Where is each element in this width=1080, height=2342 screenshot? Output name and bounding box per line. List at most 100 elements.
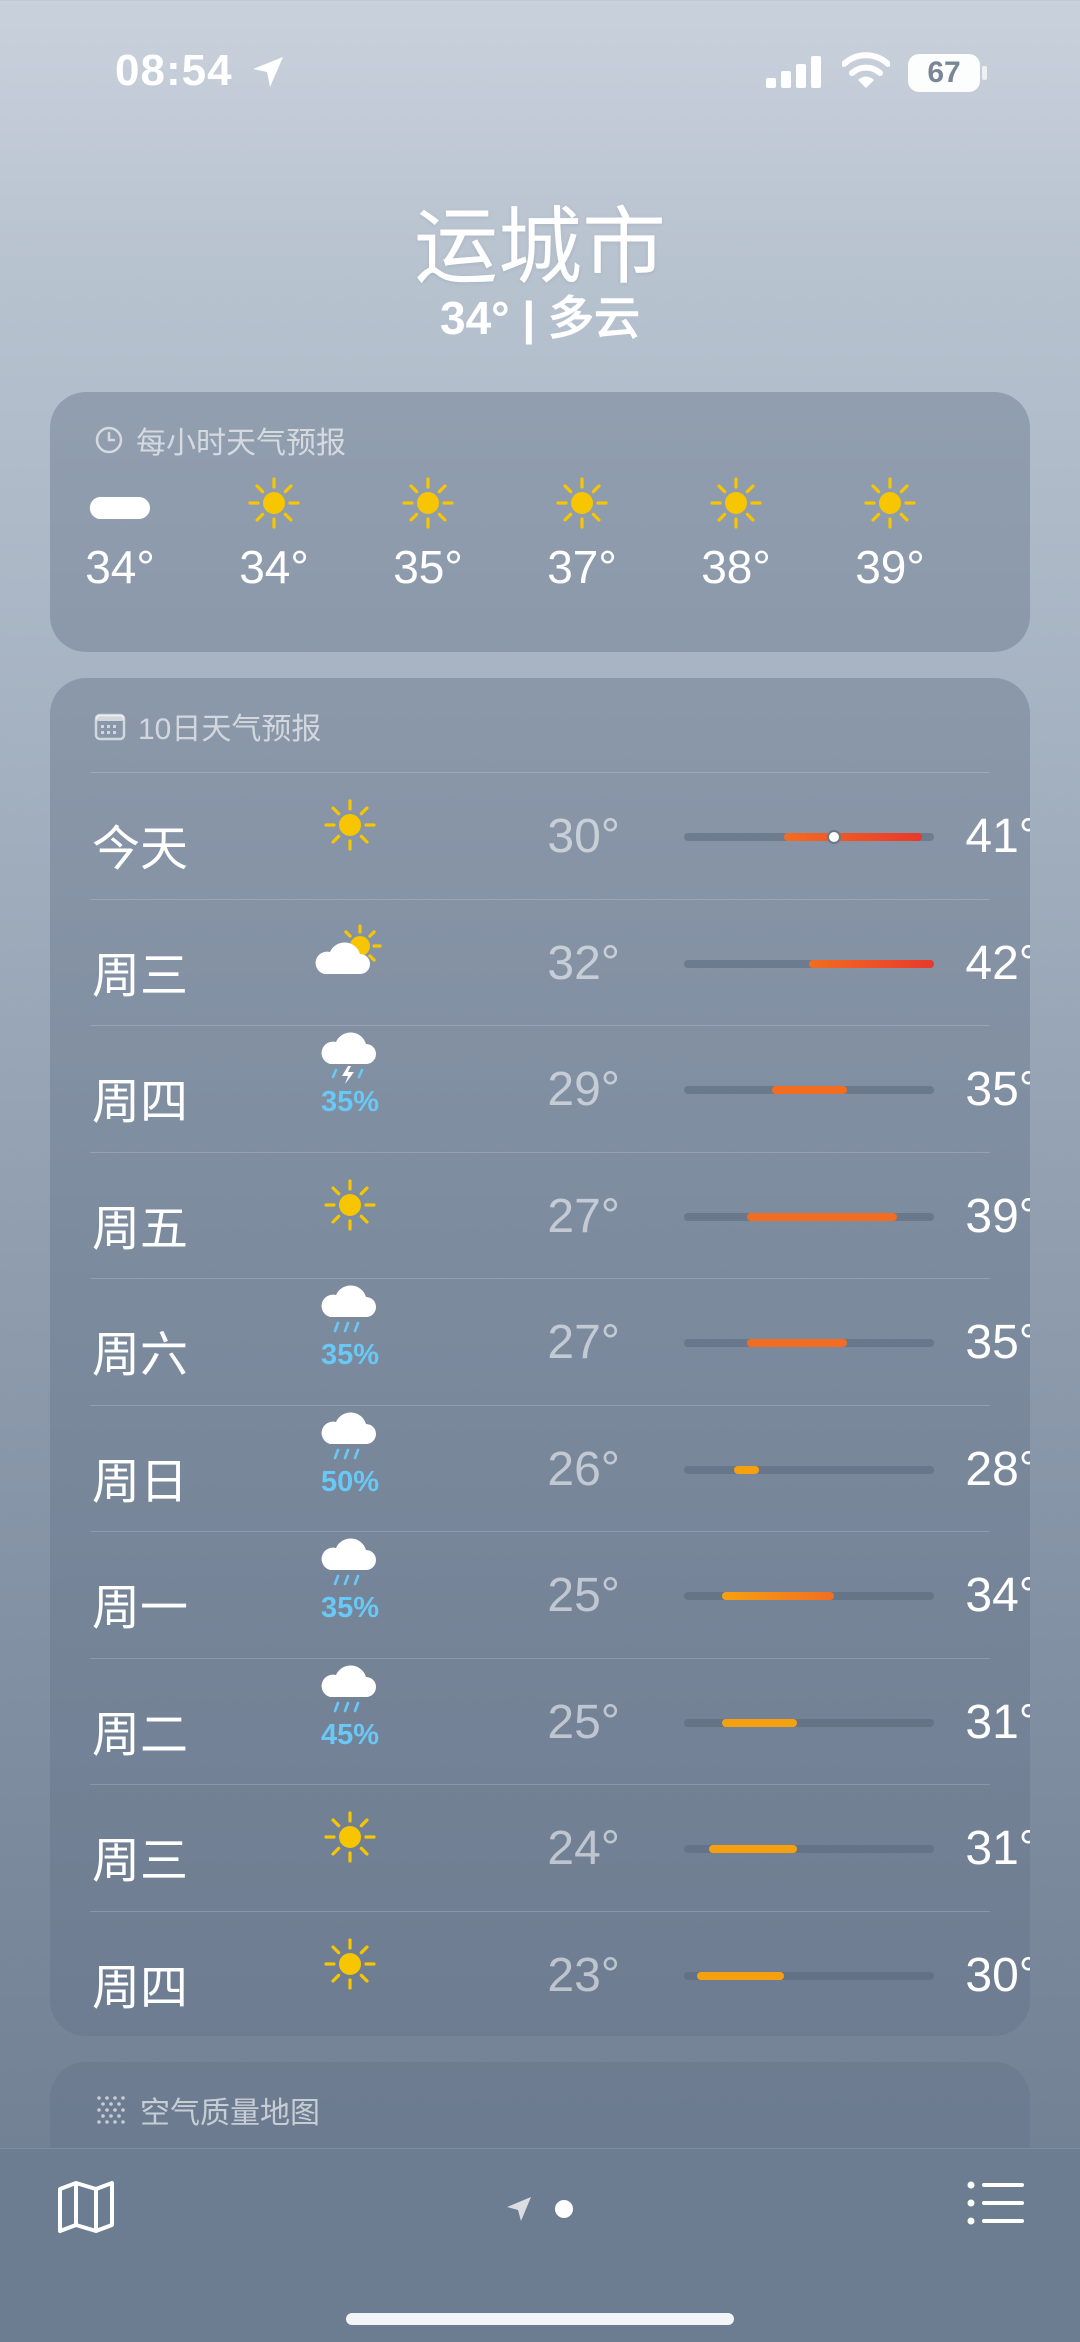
low-temp: 32°: [547, 936, 620, 990]
daily-row[interactable]: 周三 24° 31°: [90, 1784, 1030, 1911]
temp-range-bar: [721, 1718, 797, 1727]
high-temp: 41°: [965, 810, 1030, 863]
hourly-icon-wrap: [830, 474, 950, 532]
high-temp: 35°: [965, 1063, 1030, 1116]
hourly-icon-wrap: [214, 474, 334, 532]
high-temp: 30°: [965, 1948, 1030, 2002]
hourly-item: 35°: [368, 474, 488, 594]
day-label: 今天: [92, 823, 189, 876]
day-icon-wrap: [310, 1809, 390, 1865]
low-temp: 30°: [547, 810, 620, 863]
battery-indicator: 67: [908, 54, 980, 92]
sun-icon: [864, 477, 916, 529]
day-label: 周一: [92, 1582, 189, 1635]
current-location-page-icon: [507, 2197, 531, 2221]
sun-icon: [402, 477, 454, 529]
low-temp: 27°: [547, 1189, 620, 1243]
low-temp: 25°: [547, 1569, 620, 1622]
precip-chance: 35%: [320, 1086, 380, 1118]
temp-range-track: [684, 1465, 934, 1474]
sun-icon: [556, 477, 608, 529]
day-icon-wrap: 35%: [310, 1538, 390, 1625]
clock-icon: [95, 426, 123, 454]
wifi-icon: [842, 52, 890, 88]
day-label: 周六: [92, 1329, 189, 1382]
temp-range-bar: [734, 1465, 759, 1474]
hourly-icon-wrap: [60, 474, 180, 532]
partly-cloudy-icon: [315, 923, 382, 974]
hourly-temp: 37°: [547, 541, 617, 593]
temp-range-bar: [809, 959, 934, 968]
map-icon[interactable]: [54, 2175, 118, 2239]
day-label: 周日: [92, 1455, 189, 1509]
daily-row[interactable]: 周二 45% 25° 31°: [90, 1657, 1030, 1785]
thunderstorm-icon: [321, 1032, 376, 1084]
high-temp: 39°: [965, 1189, 1030, 1243]
cellular-signal-icon: [766, 56, 821, 88]
daily-row[interactable]: 周五 27° 39°: [90, 1151, 1030, 1279]
low-temp: 27°: [547, 1316, 620, 1369]
hourly-icon-wrap: [676, 474, 796, 532]
temp-range-track: [684, 1971, 934, 1980]
daily-row[interactable]: 今天 30° 41°: [90, 772, 1030, 899]
hourly-forecast-card[interactable]: 每小时天气预报 34° 34° 35° 37° 38° 39° 4: [50, 392, 1030, 652]
list-icon[interactable]: [966, 2179, 1026, 2227]
low-temp: 24°: [547, 1822, 620, 1875]
calendar-icon: [94, 713, 126, 741]
hourly-temp: 4: [984, 540, 1030, 594]
temp-range-track: [684, 1212, 934, 1221]
day-icon-wrap: 35%: [310, 1285, 390, 1372]
hourly-item: 37°: [522, 474, 642, 594]
low-temp: 25°: [547, 1695, 620, 1749]
day-icon-wrap: [310, 797, 390, 853]
temp-range-bar: [746, 1212, 897, 1221]
hourly-item: 34°: [60, 474, 180, 594]
hourly-item: 39°: [830, 474, 950, 594]
high-temp: 28°: [965, 1442, 1030, 1496]
hourly-temp: 38°: [701, 541, 771, 593]
temp-range-bar: [696, 1971, 784, 1980]
day-icon-wrap: 45%: [310, 1664, 390, 1752]
location-arrow-icon: [253, 57, 283, 87]
temp-range-track: [684, 1718, 934, 1727]
daily-header: 10日天气预报: [94, 704, 321, 748]
day-icon-wrap: 35%: [310, 1032, 390, 1119]
low-temp: 26°: [547, 1442, 620, 1496]
temp-range-track: [684, 1845, 934, 1853]
hourly-temp: 34°: [239, 541, 309, 593]
current-temp-dot: [827, 830, 841, 844]
ten-day-forecast-card[interactable]: 10日天气预报 今天 30° 41° 周三 32° 42° 周四 35% 29° 35° 周五 27°…: [50, 678, 1030, 2036]
precip-chance: 50%: [320, 1465, 380, 1498]
high-temp: 42°: [965, 936, 1030, 990]
hourly-temp: 35°: [393, 541, 463, 593]
day-label: 周四: [92, 1961, 189, 2015]
precip-chance: 35%: [320, 1592, 380, 1624]
hourly-title: 每小时天气预报: [136, 427, 346, 460]
day-label: 周二: [92, 1708, 189, 1762]
day-icon-wrap: [310, 1936, 390, 1992]
temp-range-track: [684, 1592, 934, 1600]
sun-icon: [324, 799, 376, 851]
daily-row[interactable]: 周三 32° 42°: [90, 898, 1030, 1026]
low-temp: 23°: [547, 1948, 620, 2002]
day-label: 周四: [92, 1076, 189, 1129]
day-label: 周五: [92, 1202, 189, 1256]
temp-range-bar: [709, 1845, 797, 1853]
daily-row[interactable]: 周四 35% 29° 35°: [90, 1025, 1030, 1152]
low-temp: 29°: [547, 1063, 620, 1116]
temp-range-track: [684, 830, 934, 844]
rain-icon: [321, 1538, 376, 1586]
daily-row[interactable]: 周四 23° 30°: [90, 1910, 1030, 2037]
hourly-item: 38°: [676, 474, 796, 594]
daily-row[interactable]: 周一 35% 25° 34°: [90, 1531, 1030, 1658]
temp-range-track: [684, 1339, 934, 1347]
daily-row[interactable]: 周六 35% 27° 35°: [90, 1278, 1030, 1405]
battery-tip: [982, 66, 987, 80]
status-bar: 08:54 67: [0, 0, 1080, 140]
hourly-item: 34°: [214, 474, 334, 594]
page-indicator[interactable]: [505, 2195, 573, 2223]
battery-level: 67: [927, 56, 961, 89]
day-label: 周三: [92, 949, 189, 1003]
temp-range-bar: [784, 833, 922, 841]
daily-row[interactable]: 周日 50% 26° 28°: [90, 1404, 1030, 1532]
